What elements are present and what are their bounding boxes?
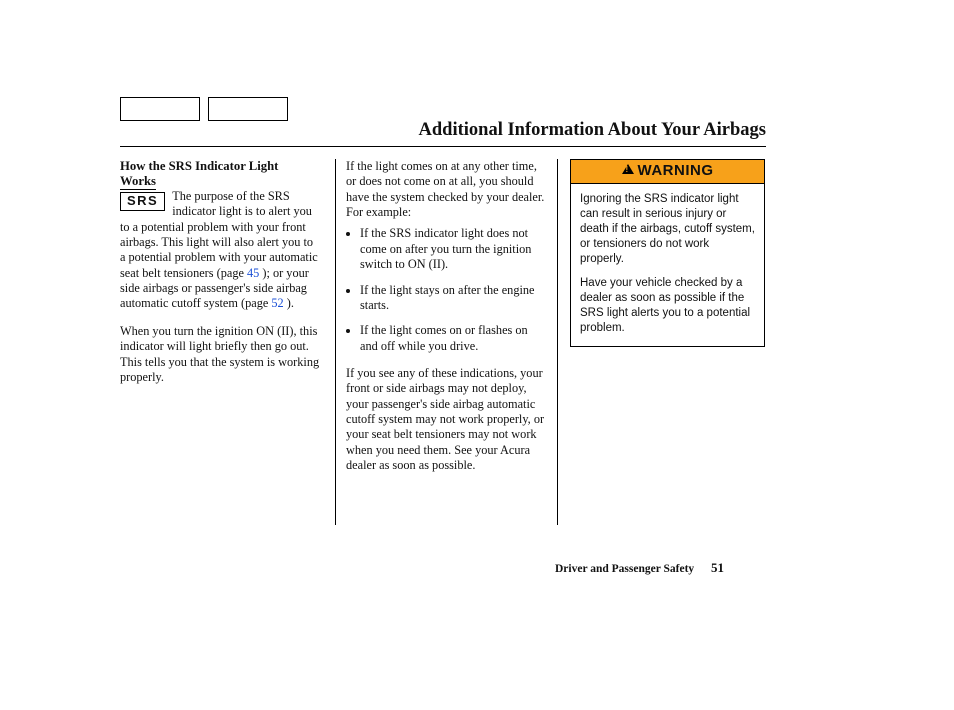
section-heading: How the SRS Indicator Light Works: [120, 159, 321, 189]
warning-text: Ignoring the SRS indicator light can res…: [580, 192, 755, 267]
title-rule: [120, 146, 766, 147]
paragraph: SRS The purpose of the SRS indicator lig…: [120, 189, 321, 312]
paragraph: If the light comes on at any other time,…: [346, 159, 545, 220]
list-item: If the light comes on or flashes on and …: [360, 323, 545, 354]
section-heading-line2: Works: [120, 174, 156, 190]
nav-box-2[interactable]: [208, 97, 288, 121]
nav-box-1[interactable]: [120, 97, 200, 121]
manual-page: Additional Information About Your Airbag…: [0, 0, 954, 710]
footer-page-number: 51: [711, 560, 724, 575]
page-footer: Driver and Passenger Safety 51: [555, 560, 724, 576]
warning-label: WARNING: [638, 162, 714, 179]
bullet-list: If the SRS indicator light does not come…: [346, 226, 545, 354]
page-link-45[interactable]: 45: [247, 266, 259, 280]
column-1: How the SRS Indicator Light Works SRS Th…: [120, 159, 336, 525]
page-link-52[interactable]: 52: [271, 296, 283, 310]
text-run: ).: [284, 296, 294, 310]
warning-text: Have your vehicle checked by a dealer as…: [580, 276, 755, 336]
warning-body: Ignoring the SRS indicator light can res…: [571, 184, 764, 346]
paragraph: If you see any of these indications, you…: [346, 366, 545, 474]
warning-triangle-icon: [622, 164, 634, 174]
top-nav-placeholders: [120, 97, 288, 121]
content-columns: How the SRS Indicator Light Works SRS Th…: [120, 159, 766, 525]
paragraph: When you turn the ignition ON (II), this…: [120, 324, 321, 385]
srs-indicator-icon: SRS: [120, 192, 165, 211]
column-2: If the light comes on at any other time,…: [336, 159, 558, 525]
column-3: WARNING Ignoring the SRS indicator light…: [558, 159, 764, 525]
warning-header: WARNING: [571, 160, 764, 184]
section-heading-line1: How the SRS Indicator Light: [120, 159, 278, 173]
page-title: Additional Information About Your Airbag…: [419, 120, 766, 141]
warning-box: WARNING Ignoring the SRS indicator light…: [570, 159, 765, 347]
list-item: If the light stays on after the engine s…: [360, 283, 545, 314]
footer-section-title: Driver and Passenger Safety: [555, 563, 694, 575]
list-item: If the SRS indicator light does not come…: [360, 226, 545, 272]
